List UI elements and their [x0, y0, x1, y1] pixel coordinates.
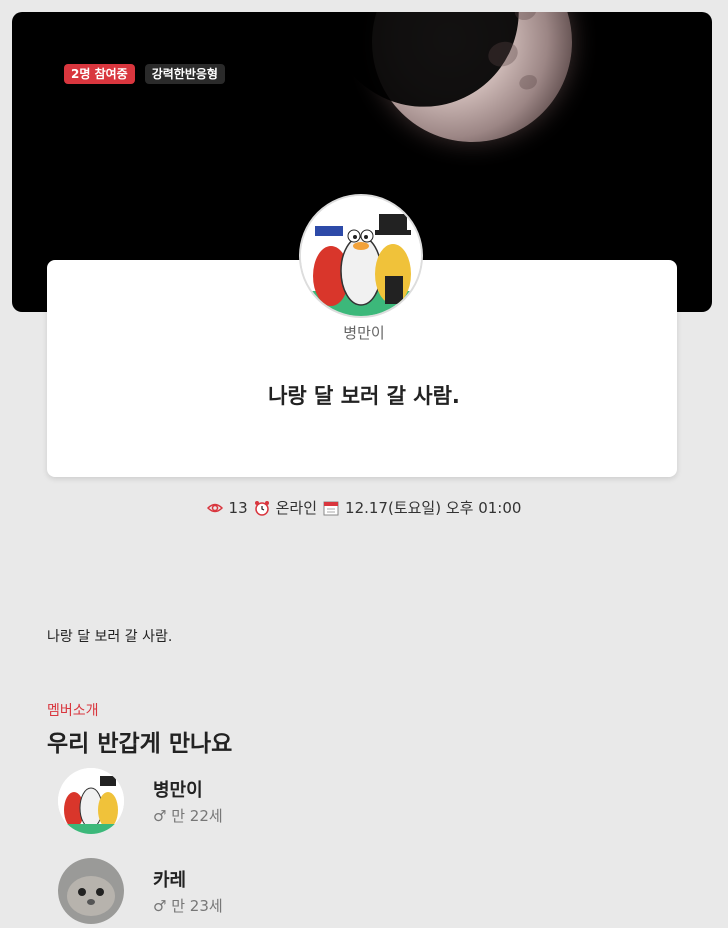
meeting-meta: 13 온라인 12.17(토요일) 오후 01:00	[0, 497, 728, 518]
member-item[interactable]: 카레 ♂ 만 23세	[58, 858, 658, 928]
meeting-mode: 온라인	[275, 499, 318, 517]
moon-image	[343, 12, 601, 171]
host-avatar[interactable]	[299, 194, 423, 318]
meeting-description: 나랑 달 보러 갈 사람.	[47, 629, 173, 645]
participants-badge: 2명 참여중	[64, 64, 135, 84]
member-avatar[interactable]	[58, 858, 124, 924]
member-avatar[interactable]	[58, 768, 124, 834]
calendar-icon	[323, 500, 339, 516]
meeting-datetime: 12.17(토요일) 오후 01:00	[345, 499, 522, 517]
type-badge: 강력한반응형	[144, 64, 225, 84]
eye-icon	[206, 500, 223, 516]
member-age: ♂ 만 23세	[153, 897, 223, 915]
view-count: 13	[228, 498, 248, 517]
member-name: 카레	[153, 870, 187, 891]
members-section-title: 우리 반갑게 만나요	[47, 731, 233, 757]
members-section-label: 멤버소개	[47, 703, 99, 719]
meeting-title: 나랑 달 보러 갈 사람.	[268, 384, 460, 408]
member-item[interactable]: 병만이 ♂ 만 22세	[58, 768, 658, 838]
member-age: ♂ 만 22세	[153, 807, 223, 825]
badge-group: 2명 참여중 강력한반응형	[64, 64, 225, 84]
alarm-clock-icon	[254, 500, 270, 516]
host-name: 병만이	[343, 324, 385, 342]
member-name: 병만이	[153, 780, 203, 801]
